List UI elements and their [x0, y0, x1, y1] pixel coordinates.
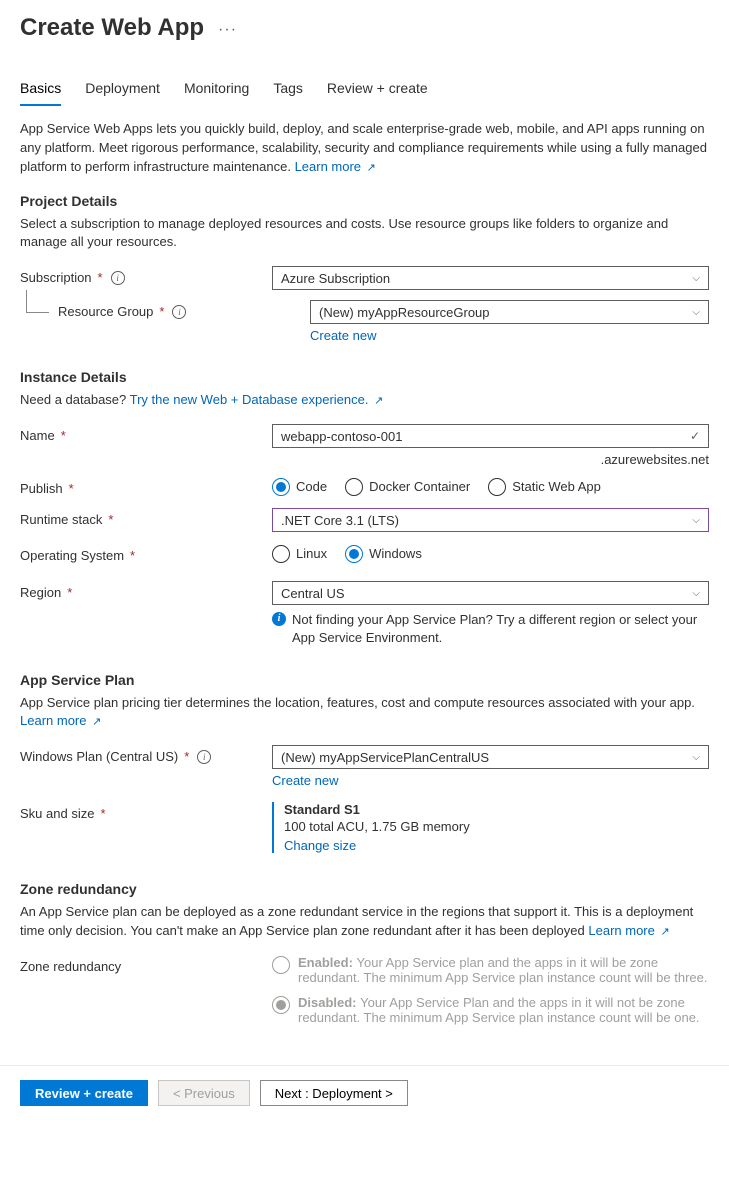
external-link-icon: ↗ — [367, 161, 376, 177]
info-icon[interactable]: i — [197, 750, 211, 764]
tab-tags[interactable]: Tags — [273, 74, 303, 106]
publish-label: Publish* — [20, 477, 272, 496]
change-size-link[interactable]: Change size — [284, 838, 356, 853]
os-windows-radio[interactable]: Windows — [345, 545, 422, 563]
tab-deployment[interactable]: Deployment — [85, 74, 160, 106]
os-label: Operating System* — [20, 544, 272, 563]
wizard-footer: Review + create < Previous Next : Deploy… — [0, 1065, 729, 1120]
name-input[interactable]: webapp-contoso-001 ✓ — [272, 424, 709, 448]
info-icon[interactable]: i — [172, 305, 186, 319]
subscription-label: Subscription* i — [20, 266, 272, 285]
plan-value: (New) myAppServicePlanCentralUS — [281, 750, 489, 765]
next-button[interactable]: Next : Deployment > — [260, 1080, 408, 1106]
name-value: webapp-contoso-001 — [281, 429, 402, 444]
intro-learn-more-link[interactable]: Learn more ↗ — [295, 159, 376, 174]
external-link-icon: ↗ — [660, 925, 669, 941]
sku-desc: 100 total ACU, 1.75 GB memory — [284, 819, 709, 834]
page-title: Create Web App — [20, 14, 204, 42]
resource-group-label: Resource Group* i — [20, 300, 310, 319]
success-check-icon: ✓ — [690, 429, 700, 443]
info-icon[interactable]: i — [111, 271, 125, 285]
section-project-details: Project Details — [20, 193, 709, 209]
chevron-down-icon: ⌵ — [692, 588, 700, 599]
chevron-down-icon: ⌵ — [692, 307, 700, 318]
zone-learn-more-link[interactable]: Learn more ↗ — [588, 923, 669, 938]
region-label: Region* — [20, 581, 272, 600]
publish-radio-group: Code Docker Container Static Web App — [272, 478, 709, 496]
resource-group-dropdown[interactable]: (New) myAppResourceGroup ⌵ — [310, 300, 709, 324]
intro-text: App Service Web Apps lets you quickly bu… — [20, 120, 709, 177]
instance-db-prompt: Need a database? Try the new Web + Datab… — [20, 391, 709, 410]
sku-block: Standard S1 100 total ACU, 1.75 GB memor… — [272, 802, 709, 853]
subscription-dropdown[interactable]: Azure Subscription ⌵ — [272, 266, 709, 290]
sku-name: Standard S1 — [284, 802, 709, 817]
previous-button: < Previous — [158, 1080, 250, 1106]
review-create-button[interactable]: Review + create — [20, 1080, 148, 1106]
plan-dropdown[interactable]: (New) myAppServicePlanCentralUS ⌵ — [272, 745, 709, 769]
plan-learn-more-link[interactable]: Learn more ↗ — [20, 713, 101, 728]
chevron-down-icon: ⌵ — [692, 752, 700, 763]
os-linux-radio[interactable]: Linux — [272, 545, 327, 563]
region-dropdown[interactable]: Central US ⌵ — [272, 581, 709, 605]
runtime-value: .NET Core 3.1 (LTS) — [281, 513, 399, 528]
tree-connector-icon — [26, 290, 49, 313]
radio-icon — [272, 956, 290, 974]
more-icon[interactable]: ··· — [218, 22, 237, 38]
plan-desc: App Service plan pricing tier determines… — [20, 694, 709, 732]
external-link-icon: ↗ — [374, 394, 383, 410]
publish-static-radio[interactable]: Static Web App — [488, 478, 601, 496]
name-label: Name* — [20, 424, 272, 443]
zone-disabled-radio: Disabled: Your App Service Plan and the … — [272, 995, 709, 1025]
section-app-service-plan: App Service Plan — [20, 672, 709, 688]
create-new-rg-link[interactable]: Create new — [310, 328, 376, 343]
tab-basics[interactable]: Basics — [20, 74, 61, 106]
section-instance-details: Instance Details — [20, 369, 709, 385]
external-link-icon: ↗ — [92, 715, 101, 731]
zone-desc: An App Service plan can be deployed as a… — [20, 903, 709, 941]
section-zone-redundancy: Zone redundancy — [20, 881, 709, 897]
tab-review[interactable]: Review + create — [327, 74, 428, 106]
tab-strip: Basics Deployment Monitoring Tags Review… — [20, 74, 709, 106]
chevron-down-icon: ⌵ — [692, 273, 700, 284]
runtime-dropdown[interactable]: .NET Core 3.1 (LTS) ⌵ — [272, 508, 709, 532]
runtime-label: Runtime stack* — [20, 508, 272, 527]
project-desc: Select a subscription to manage deployed… — [20, 215, 709, 253]
zone-label: Zone redundancy — [20, 955, 272, 974]
info-badge-icon: i — [272, 612, 286, 626]
subscription-value: Azure Subscription — [281, 271, 390, 286]
tab-monitoring[interactable]: Monitoring — [184, 74, 249, 106]
sku-label: Sku and size* — [20, 802, 272, 821]
create-new-plan-link[interactable]: Create new — [272, 773, 338, 788]
name-suffix: .azurewebsites.net — [272, 452, 709, 467]
publish-code-radio[interactable]: Code — [272, 478, 327, 496]
region-hint: i Not finding your App Service Plan? Try… — [272, 611, 709, 647]
publish-docker-radio[interactable]: Docker Container — [345, 478, 470, 496]
region-value: Central US — [281, 586, 345, 601]
radio-icon — [272, 996, 290, 1014]
resource-group-value: (New) myAppResourceGroup — [319, 305, 490, 320]
os-radio-group: Linux Windows — [272, 545, 709, 563]
web-database-link[interactable]: Try the new Web + Database experience. ↗ — [130, 392, 384, 407]
plan-label: Windows Plan (Central US)* i — [20, 745, 272, 764]
chevron-down-icon: ⌵ — [692, 515, 700, 526]
zone-enabled-radio: Enabled: Your App Service plan and the a… — [272, 955, 709, 985]
